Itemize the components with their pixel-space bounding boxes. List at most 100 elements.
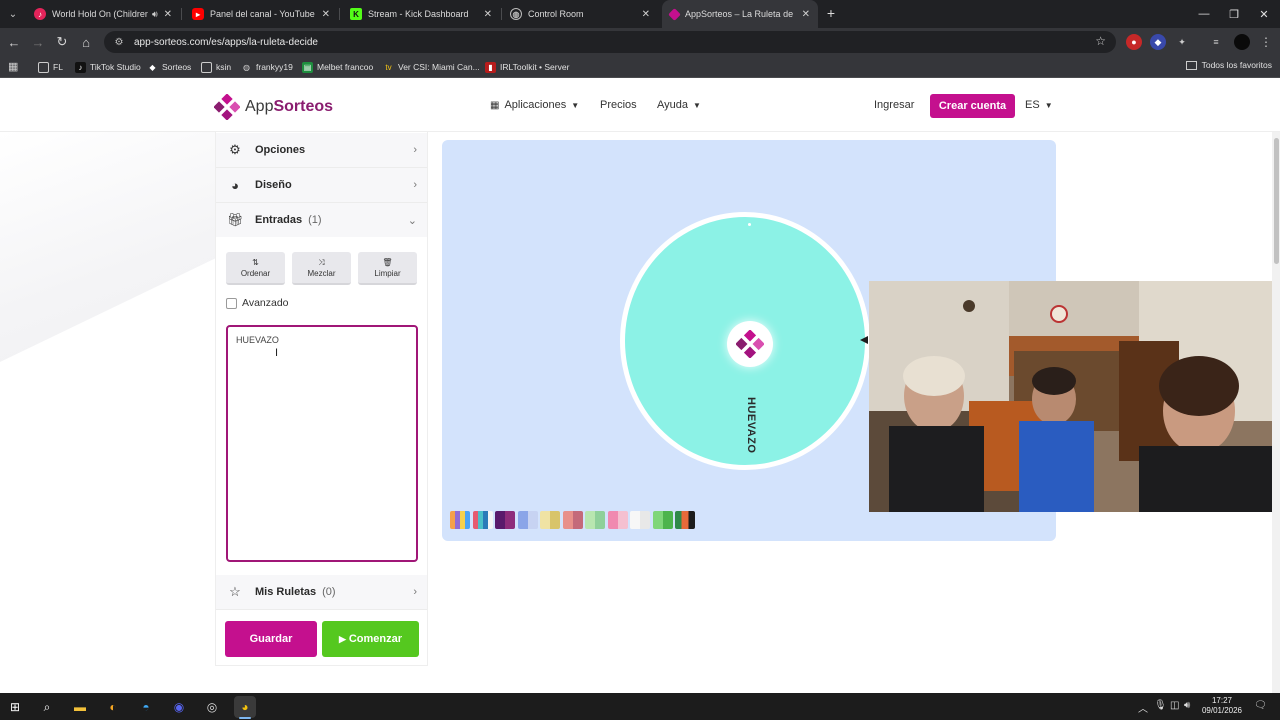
all-bookmarks[interactable]: Todos los favoritos	[1185, 60, 1272, 70]
bookmarks-bar: ▦ FL ♪ TikTok Studio ◆ Sorteos ksin ◍ frank…	[0, 56, 1280, 78]
system-clock[interactable]: 17:27 09/01/2026	[1196, 696, 1248, 716]
create-account-button[interactable]: Crear cuenta	[930, 94, 1015, 118]
section-title: Opciones	[255, 144, 306, 156]
webcam-overlay	[869, 281, 1280, 512]
extensions-puzzle-icon[interactable]: ✦	[1174, 34, 1190, 50]
palette-swatch-4[interactable]	[540, 511, 560, 529]
section-entradas[interactable]: 🎁︎ Entradas (1) ⌄	[216, 203, 427, 237]
palette-swatch-6[interactable]	[585, 511, 605, 529]
scrollbar-thumb[interactable]	[1274, 138, 1279, 264]
minimize-icon[interactable]: —	[1188, 0, 1220, 28]
app-icon[interactable]: ◐	[102, 696, 124, 718]
advanced-checkbox[interactable]	[226, 297, 237, 309]
palette-swatch-2[interactable]	[495, 511, 515, 529]
close-tab-icon[interactable]: ✕	[642, 9, 650, 20]
language-selector[interactable]: ES ▼	[1025, 99, 1053, 111]
section-mis-ruletas[interactable]: ☆ Mis Ruletas (0) ›	[216, 575, 427, 609]
palette-swatch-5[interactable]	[562, 511, 583, 529]
bookmark-csi-miami[interactable]: tv Ver CSI: Miami Can...	[383, 60, 479, 74]
volume-icon[interactable]: 🔊︎	[1184, 700, 1190, 711]
palette-swatch-8[interactable]	[630, 511, 650, 529]
home-icon[interactable]: ⌂	[76, 32, 96, 52]
forward-icon[interactable]: →	[28, 32, 48, 52]
palette-swatch-1[interactable]	[472, 511, 493, 529]
bookmark-sorteos[interactable]: ◆ Sorteos	[147, 60, 191, 74]
tab-kick-dashboard[interactable]: K Stream - Kick Dashboard ✕	[342, 0, 500, 28]
login-link[interactable]: Ingresar	[874, 99, 914, 111]
tab-title: Panel del canal - YouTube Studi	[210, 9, 316, 19]
advanced-option[interactable]: Avanzado	[226, 297, 289, 309]
microphone-icon[interactable]: 🎙︎	[1154, 700, 1167, 711]
close-tab-icon[interactable]: ✕	[484, 9, 492, 20]
network-icon[interactable]: ◫	[1170, 700, 1179, 711]
discord-icon[interactable]: ◉	[168, 696, 190, 718]
bookmark-fl[interactable]: FL	[38, 60, 63, 74]
section-diseno[interactable]: ◕ Diseño ›	[216, 168, 427, 202]
shuffle-icon: ⤨	[318, 257, 325, 267]
nav-precios[interactable]: Precios	[600, 99, 637, 111]
save-button[interactable]: Guardar	[225, 621, 317, 657]
url-text[interactable]: app-sorteos.com/es/apps/la-ruleta-decide	[134, 37, 318, 48]
palette-swatch-9[interactable]	[652, 511, 673, 529]
apps-grid-icon[interactable]: ▦	[8, 61, 20, 73]
page-scrollbar[interactable]	[1272, 132, 1280, 693]
palette-swatch-7[interactable]	[607, 511, 628, 529]
bookmark-irltoolkit[interactable]: ▮ IRLToolkit • Server	[485, 60, 569, 74]
media-control-icon[interactable]: ≡	[1208, 34, 1224, 50]
palette-swatch-3[interactable]	[517, 511, 538, 529]
browser-menu-icon[interactable]: ⋮	[1258, 34, 1274, 50]
bookmark-frankyy19[interactable]: ◍ frankyy19	[241, 60, 293, 74]
file-explorer-icon[interactable]: ▬	[69, 696, 91, 718]
close-window-icon[interactable]: ✕	[1248, 0, 1280, 28]
tray-expand-icon[interactable]: ︿	[1138, 700, 1148, 715]
profile-avatar-icon[interactable]	[1234, 34, 1250, 50]
new-tab-icon[interactable]: +	[822, 4, 840, 22]
entries-textarea[interactable]	[226, 325, 418, 562]
start-button[interactable]: ▶ Comenzar	[322, 621, 419, 657]
close-tab-icon[interactable]: ✕	[164, 9, 172, 20]
search-icon[interactable]: ⌕	[36, 696, 58, 718]
tab-appsorteos[interactable]: AppSorteos – La Ruleta de la S ✕	[662, 0, 818, 28]
bookmark-label: ksin	[216, 62, 232, 72]
reload-icon[interactable]: ↻	[52, 32, 72, 52]
all-bookmarks-label: Todos los favoritos	[1201, 60, 1272, 70]
tab-music[interactable]: ♪ World Hold On (Children O 🔊︎ ✕	[26, 0, 180, 28]
spin-wheel[interactable]: HUEVAZO	[620, 212, 870, 470]
palette-swatch-10[interactable]	[675, 511, 695, 529]
close-tab-icon[interactable]: ✕	[802, 9, 810, 20]
bookmark-ksin[interactable]: ksin	[201, 60, 231, 74]
clear-button[interactable]: 🗑︎ Limpiar	[358, 252, 417, 285]
chevron-right-icon: ›	[413, 586, 417, 598]
bookmark-tiktok-studio[interactable]: ♪ TikTok Studio	[75, 60, 141, 74]
tab-control-room[interactable]: ◍ Control Room ✕	[502, 0, 658, 28]
back-icon[interactable]: ←	[4, 32, 24, 52]
chrome-icon[interactable]: ◕	[234, 696, 256, 718]
extension-red-icon[interactable]: ●	[1126, 34, 1142, 50]
extension-shield-icon[interactable]: ◆	[1150, 34, 1166, 50]
tab-search-dropdown-icon[interactable]: ⌄	[4, 5, 22, 23]
section-title: Mis Ruletas	[255, 586, 317, 598]
nav-ayuda[interactable]: Ayuda ▼	[657, 99, 701, 111]
obs-icon[interactable]: ◎	[201, 696, 223, 718]
appsorteos-logo[interactable]: AppSorteos	[214, 94, 333, 120]
windows-start-icon[interactable]: ⊞	[4, 696, 26, 718]
palette-swatch-0[interactable]	[450, 511, 470, 529]
bookmark-melbet[interactable]: ▤ Melbet francoo	[302, 60, 373, 74]
start-label: Comenzar	[348, 633, 403, 645]
nav-aplicaciones[interactable]: ▦ Aplicaciones ▼	[490, 99, 579, 111]
notifications-icon[interactable]: 🗨︎	[1254, 700, 1267, 711]
address-bar[interactable]: ⚙ app-sorteos.com/es/apps/la-ruleta-deci…	[104, 31, 1116, 53]
bookmark-star-icon[interactable]: ☆	[1095, 34, 1106, 48]
tab-youtube-studio[interactable]: ▸ Panel del canal - YouTube Studi ✕	[184, 0, 338, 28]
site-info-icon[interactable]: ⚙	[110, 37, 128, 48]
divider	[216, 609, 427, 610]
section-opciones[interactable]: ⚙ Opciones ›	[216, 133, 427, 167]
edge-icon[interactable]: ◓	[135, 696, 157, 718]
speaker-icon[interactable]: 🔊︎	[152, 9, 158, 20]
wheel-hub[interactable]	[727, 321, 773, 367]
restore-icon[interactable]: ❐	[1218, 0, 1250, 28]
shuffle-button[interactable]: ⤨ Mezclar	[292, 252, 351, 285]
options-panel: ⚙ Opciones › ◕ Diseño › 🎁︎ Entradas (1) …	[215, 132, 428, 666]
sort-button[interactable]: ⇅ Ordenar	[226, 252, 285, 285]
close-tab-icon[interactable]: ✕	[322, 9, 330, 20]
